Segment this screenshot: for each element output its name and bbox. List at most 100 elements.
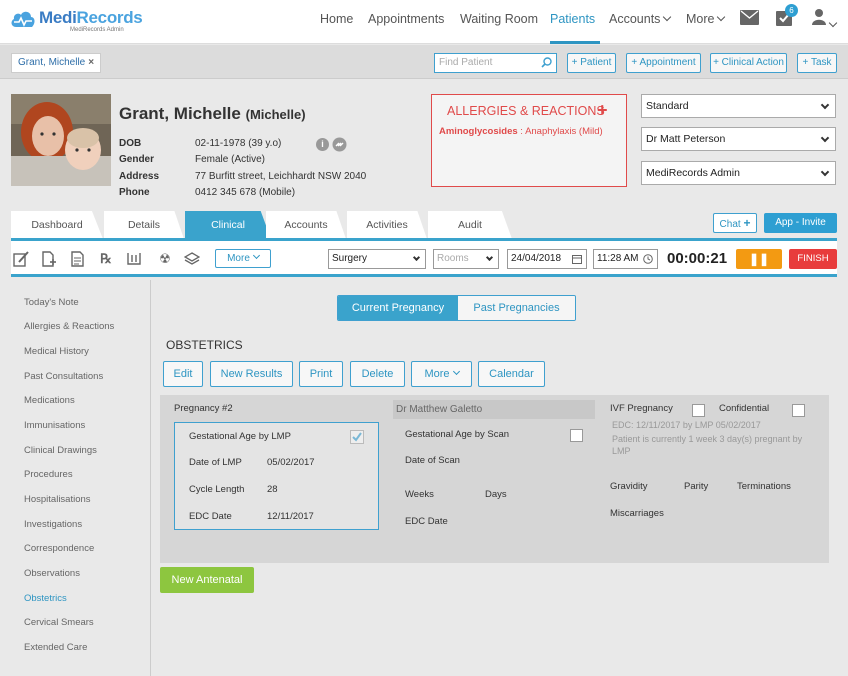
document-add-icon[interactable]	[41, 251, 57, 267]
nav-patients[interactable]: Patients	[550, 12, 595, 26]
sidebar-item-clinical-drawings[interactable]: Clinical Drawings	[24, 445, 97, 456]
note-icon[interactable]	[13, 251, 29, 267]
prescription-icon[interactable]: ℞	[98, 251, 114, 267]
pregnancy-segmented-control: Current Pregnancy Past Pregnancies	[337, 295, 576, 321]
logo[interactable]: MediRecords MediRecords Admin	[10, 6, 150, 36]
add-allergy-icon[interactable]: +	[597, 100, 608, 121]
chevron-down-icon	[820, 133, 830, 143]
time-input[interactable]: 11:28 AM	[593, 249, 658, 269]
toolbar-more-button[interactable]: More	[215, 249, 271, 268]
sidebar-item-extended-care[interactable]: Extended Care	[24, 642, 87, 653]
close-icon[interactable]: ×	[88, 57, 94, 68]
patient-preferred-name: (Michelle)	[245, 107, 306, 122]
allergy-item[interactable]: Aminoglycosides : Anaphylaxis (Mild)	[439, 126, 603, 137]
plus-icon: +	[743, 216, 751, 230]
add-patient-button[interactable]: + Patient	[567, 53, 616, 73]
open-patient-tab[interactable]: Grant, Michelle ×	[11, 53, 102, 73]
pregnancy-status-note: Patient is currently 1 week 3 day(s) pre…	[612, 434, 803, 456]
tab-dashboard[interactable]: Dashboard	[11, 211, 103, 239]
address-label: Address	[119, 171, 160, 182]
edit-button[interactable]: Edit	[163, 361, 203, 387]
gender-value: Female (Active)	[195, 154, 266, 165]
billing-type-select[interactable]: Standard	[641, 94, 836, 118]
sidebar-item-past-consultations[interactable]: Past Consultations	[24, 371, 103, 382]
rooms-select[interactable]: Rooms	[433, 249, 499, 269]
pause-button[interactable]: ❚❚	[736, 249, 782, 269]
dob-label: DOB	[119, 138, 142, 149]
current-pregnancy-tab[interactable]: Current Pregnancy	[338, 296, 458, 320]
chat-button[interactable]: Chat +	[713, 213, 757, 233]
mail-icon[interactable]	[740, 10, 759, 25]
cycle-length-label: Cycle Length	[189, 484, 245, 495]
user-select[interactable]: MediRecords Admin	[641, 161, 836, 185]
date-input[interactable]: 24/04/2018	[507, 249, 587, 269]
tab-clinical[interactable]: Clinical	[185, 211, 271, 239]
nav-more[interactable]: More	[686, 12, 726, 26]
phone-label: Phone	[119, 187, 150, 198]
nav-accounts[interactable]: Accounts	[609, 12, 672, 26]
patient-photo-image	[11, 94, 111, 186]
confidential-checkbox[interactable]	[792, 404, 805, 417]
sidebar-item-procedures[interactable]: Procedures	[24, 469, 73, 480]
gender-label: Gender	[119, 154, 155, 165]
sidebar-item-medications[interactable]: Medications	[24, 395, 75, 406]
tasks-badge: 6	[785, 4, 798, 17]
calendar-icon[interactable]	[572, 254, 582, 264]
app-invite-button[interactable]: App - Invite	[764, 213, 837, 233]
sidebar-item-observations[interactable]: Observations	[24, 568, 80, 579]
tab-details[interactable]: Details	[104, 211, 184, 239]
allergy-reaction: : Anaphylaxis (Mild)	[517, 126, 603, 137]
past-pregnancies-tab[interactable]: Past Pregnancies	[458, 296, 575, 320]
date-of-lmp-label: Date of LMP	[189, 457, 242, 468]
gestational-age-lmp-checkbox[interactable]	[350, 430, 364, 444]
info-icon[interactable]: i	[316, 138, 329, 151]
location-select[interactable]: Surgery	[328, 249, 426, 269]
toolbar-more-label: More	[227, 253, 250, 264]
nav-appointments[interactable]: Appointments	[368, 12, 444, 26]
sidebar-item-allergies[interactable]: Allergies & Reactions	[24, 321, 114, 332]
doctor-field[interactable]: Dr Matthew Galetto	[393, 400, 595, 419]
print-button[interactable]: Print	[299, 361, 343, 387]
rooms-placeholder: Rooms	[437, 253, 469, 264]
nav-waiting-room[interactable]: Waiting Room	[460, 12, 538, 26]
add-appointment-button[interactable]: + Appointment	[626, 53, 701, 73]
tab-audit[interactable]: Audit	[428, 211, 512, 239]
delete-button[interactable]: Delete	[350, 361, 405, 387]
more-actions-button[interactable]: More	[411, 361, 472, 387]
lab-icon[interactable]	[125, 251, 143, 267]
brand-name-a: Medi	[39, 8, 77, 27]
add-clinical-action-button[interactable]: + Clinical Action	[710, 53, 787, 73]
layers-icon[interactable]	[184, 251, 200, 267]
tab-accounts[interactable]: Accounts	[266, 211, 346, 239]
radiology-icon[interactable]: ☢	[157, 251, 173, 267]
sidebar-item-investigations[interactable]: Investigations	[24, 519, 82, 530]
find-patient-input[interactable]: Find Patient	[434, 53, 557, 73]
finish-button[interactable]: FINISH	[789, 249, 837, 269]
location-value: Surgery	[332, 253, 368, 264]
miscarriages-label: Miscarriages	[610, 508, 664, 519]
sidebar-item-correspondence[interactable]: Correspondence	[24, 543, 94, 554]
sidebar-item-immunisations[interactable]: Immunisations	[24, 420, 85, 431]
sidebar-item-hospitalisations[interactable]: Hospitalisations	[24, 494, 91, 505]
gestational-age-scan-checkbox[interactable]	[570, 429, 583, 442]
calendar-button[interactable]: Calendar	[478, 361, 545, 387]
new-antenatal-button[interactable]: New Antenatal	[160, 567, 254, 593]
new-results-button[interactable]: New Results	[210, 361, 293, 387]
ivf-pregnancy-checkbox[interactable]	[692, 404, 705, 417]
form-icon[interactable]	[70, 251, 86, 267]
sidebar-item-medical-history[interactable]: Medical History	[24, 346, 89, 357]
confidential-label: Confidential	[719, 403, 770, 414]
sidebar-item-todays-note[interactable]: Today's Note	[24, 297, 79, 308]
patient-name: Grant, Michelle (Michelle)	[119, 104, 306, 124]
practitioner-select[interactable]: Dr Matt Peterson	[641, 127, 836, 151]
link-icon[interactable]	[332, 137, 347, 152]
nav-home[interactable]: Home	[320, 12, 353, 26]
sidebar-item-cervical-smears[interactable]: Cervical Smears	[24, 617, 94, 628]
user-icon[interactable]	[812, 8, 826, 25]
time-value: 11:28 AM	[597, 253, 639, 264]
clock-icon[interactable]	[643, 254, 653, 264]
search-icon[interactable]	[541, 57, 552, 68]
tab-activities[interactable]: Activities	[347, 211, 427, 239]
sidebar-item-obstetrics[interactable]: Obstetrics	[24, 593, 67, 604]
add-task-button[interactable]: + Task	[797, 53, 837, 73]
